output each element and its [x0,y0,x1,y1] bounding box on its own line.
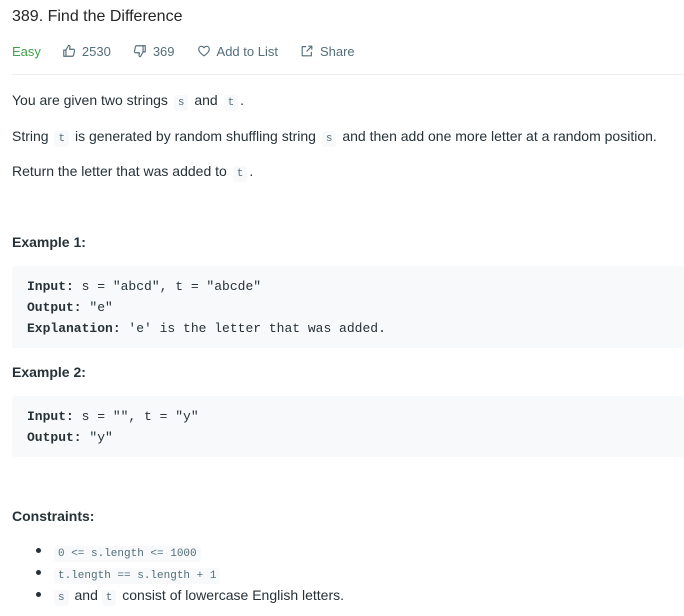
share-label: Share [319,43,355,59]
inline-code-s: s [173,95,189,111]
constraints-list: 0 <= s.length <= 1000 t.length == s.leng… [12,540,344,606]
thumbs-up-icon [63,44,76,57]
bullet-icon [36,570,41,575]
dislike-count: 369 [152,43,175,59]
heart-icon [197,45,210,57]
constraint-code: t.length == s.length + 1 [54,568,221,584]
example-2-heading: Example 2: [12,364,86,380]
inline-code-t: t [54,131,70,147]
dislike-button[interactable]: 369 [133,44,175,59]
add-to-list-label: Add to List [216,43,278,59]
example-2-output: Output: "y" [27,430,113,445]
bullet-icon [36,592,41,597]
problem-title: 389. Find the Difference [12,8,183,25]
add-to-list-button[interactable]: Add to List [197,44,278,59]
bullet-icon [36,548,41,553]
example-2-block: Input: s = "", t = "y" Output: "y" [12,396,684,457]
description-paragraph-2: String t is generated by random shufflin… [12,128,657,147]
share-button[interactable]: Share [300,44,355,59]
inline-code-t: t [223,95,239,111]
constraint-code: 0 <= s.length <= 1000 [54,546,201,562]
description-paragraph-3: Return the letter that was added to t. [12,163,254,182]
like-button[interactable]: 2530 [62,44,111,59]
example-1-output: Output: "e" [27,300,113,315]
share-icon [301,45,313,57]
inline-code-s: s [54,590,69,606]
header-divider [12,74,684,75]
example-2-input: Input: s = "", t = "y" [27,409,199,424]
list-item: t.length == s.length + 1 [12,562,344,584]
inline-code-t: t [101,590,117,606]
constraints-heading: Constraints: [12,508,95,524]
example-1-heading: Example 1: [12,234,86,250]
inline-code-s: s [321,131,337,147]
example-1-block: Input: s = "abcd", t = "abcde" Output: "… [12,266,684,348]
example-1-input: Input: s = "abcd", t = "abcde" [27,279,262,294]
description-paragraph-1: You are given two strings s and t. [12,92,245,111]
thumbs-down-icon [133,45,146,58]
inline-code-t: t [232,166,248,182]
list-item: s and t consist of lowercase English let… [12,584,344,606]
problem-meta-bar: Easy 2530 369 Add to List Share [12,42,377,60]
like-count: 2530 [81,43,111,59]
list-item: 0 <= s.length <= 1000 [12,540,344,562]
example-1-explanation: Explanation: 'e' is the letter that was … [27,321,386,336]
difficulty-badge: Easy [12,43,41,59]
